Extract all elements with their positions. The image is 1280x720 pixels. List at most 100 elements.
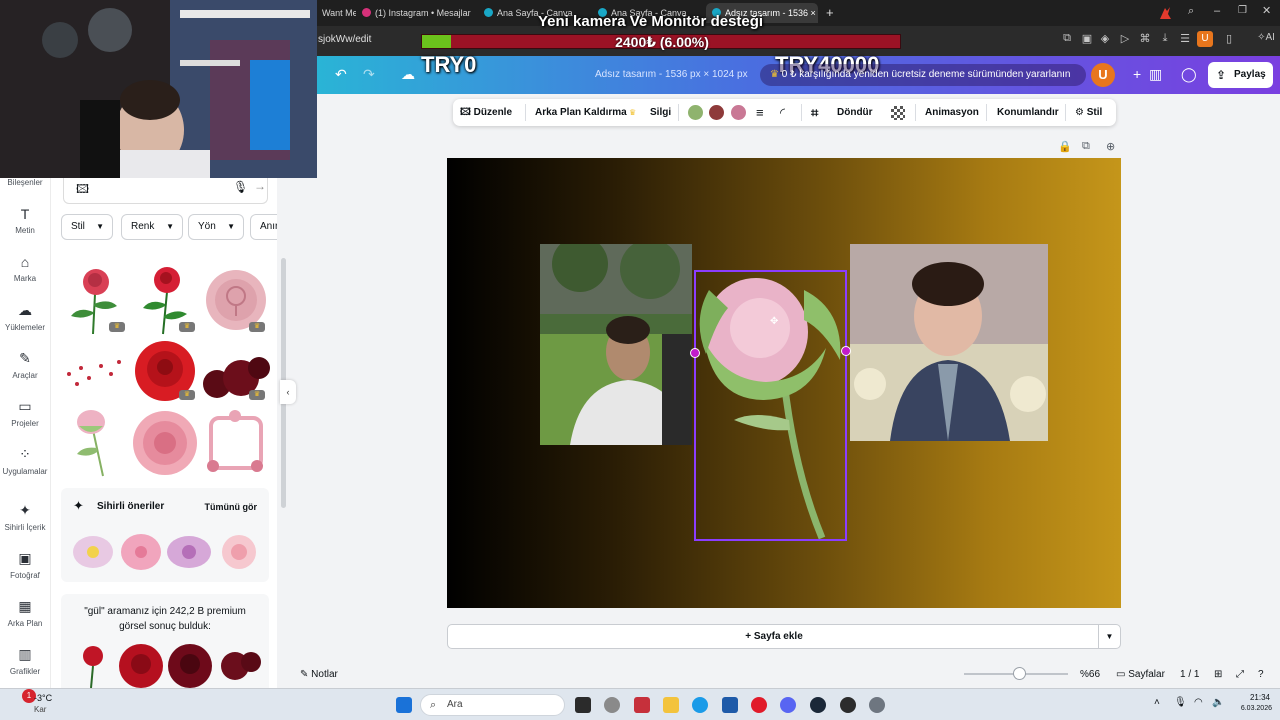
opera-icon[interactable] xyxy=(751,697,767,713)
position-button[interactable]: Konumlandır xyxy=(997,99,1059,126)
result-wax-seal[interactable]: ♛ xyxy=(201,266,271,336)
zoom-slider-handle[interactable] xyxy=(1013,667,1026,680)
download-icon[interactable]: ⤓ xyxy=(1156,32,1174,45)
rail-item-magic[interactable]: ✦ Sihirli İçerik xyxy=(0,502,50,532)
cloud-sync-icon[interactable]: ☁ xyxy=(401,66,415,83)
fullscreen-icon[interactable]: ⤢ xyxy=(1236,669,1244,680)
duplicate-page-icon[interactable]: ⧉ xyxy=(1082,140,1090,153)
close-icon[interactable]: ✕ xyxy=(1262,4,1271,17)
result-rose-bloom[interactable]: ♛ xyxy=(129,338,201,404)
undo-icon[interactable]: ↶ xyxy=(335,66,347,83)
screenshot-icon[interactable]: ▣ xyxy=(1078,32,1096,45)
rail-item-brand[interactable]: ⌂ Marka xyxy=(0,254,50,283)
corner-radius-icon[interactable]: ◜ xyxy=(780,99,785,126)
color-swatch-green[interactable] xyxy=(688,105,703,120)
redo-icon[interactable]: ↷ xyxy=(363,66,375,83)
result-floral-frame[interactable] xyxy=(201,408,271,478)
task-view-icon[interactable] xyxy=(575,697,591,713)
filter-orientation[interactable]: Yön ▼ xyxy=(188,214,244,240)
free-trial-banner[interactable]: ♛ 0 ₺ karşılığında yeniden ücretsiz dene… xyxy=(760,64,1086,86)
microphone-icon[interactable]: 🎙 xyxy=(1174,697,1187,708)
premium-thumbnails[interactable] xyxy=(69,642,265,688)
settings-app-icon[interactable] xyxy=(604,697,620,713)
taskbar-search[interactable]: ⌕ Ara xyxy=(420,694,565,716)
border-style-icon[interactable]: ≡ xyxy=(756,99,764,126)
photo-boy-flowers[interactable] xyxy=(850,244,1048,441)
settings-icon[interactable] xyxy=(869,697,885,713)
result-pink-bud[interactable] xyxy=(59,408,131,478)
lock-icon[interactable]: 🔒 xyxy=(1058,140,1072,153)
eraser-button[interactable]: Silgi xyxy=(650,99,671,126)
result-rose-red[interactable]: ♛ xyxy=(59,264,131,336)
image-search-icon[interactable]: 🖾 xyxy=(76,180,89,201)
plus-icon[interactable]: + xyxy=(1133,66,1141,82)
adobe-icon[interactable] xyxy=(634,697,650,713)
tab-want-me[interactable]: Want Me xyxy=(316,3,356,23)
url-text[interactable]: sjokWw/edit xyxy=(318,34,371,45)
rail-item-uploads[interactable]: ☁ Yüklemeler xyxy=(0,302,50,332)
obs-icon[interactable] xyxy=(840,697,856,713)
filter-more[interactable]: Anır xyxy=(250,214,277,240)
search-input[interactable]: 🖾 🎙 → xyxy=(63,178,268,204)
wifi-icon[interactable]: ◠ xyxy=(1194,697,1203,708)
edit-image-button[interactable]: 🖾 Düzenle xyxy=(460,99,512,126)
profile-icon[interactable]: U xyxy=(1197,31,1213,47)
notes-button[interactable]: ✎ Notlar xyxy=(300,669,338,680)
new-tab-button[interactable]: + xyxy=(826,5,834,20)
rail-item-text[interactable]: T Metin xyxy=(0,206,50,235)
share-button[interactable]: ⇪ Paylaş xyxy=(1208,62,1273,88)
rail-item-apps[interactable]: ⁘ Uygulamalar xyxy=(0,446,50,476)
resize-handle-left[interactable] xyxy=(690,348,700,358)
chevron-down-icon[interactable]: ▼ xyxy=(1098,625,1120,648)
color-swatch-pink[interactable] xyxy=(731,105,746,120)
grid-view-icon[interactable]: ⊞ xyxy=(1214,669,1222,680)
steam-icon[interactable] xyxy=(810,697,826,713)
minimize-icon[interactable]: – xyxy=(1214,5,1220,17)
selection-box[interactable]: ✥ xyxy=(690,270,851,541)
play-icon[interactable]: ▷ xyxy=(1116,32,1134,45)
analytics-icon[interactable]: ▥ xyxy=(1149,66,1162,83)
clock-time[interactable]: 21:34 xyxy=(1230,693,1270,702)
help-icon[interactable]: ? xyxy=(1258,669,1264,680)
result-rose-petals[interactable] xyxy=(59,344,131,404)
result-pink-rose[interactable] xyxy=(129,408,201,478)
speaker-icon[interactable]: 🔈 xyxy=(1212,697,1224,708)
filter-color[interactable]: Renk ▼ xyxy=(121,214,183,240)
sidebar-icon[interactable]: ▯ xyxy=(1220,32,1238,45)
avatar[interactable]: U xyxy=(1091,63,1115,87)
ai-icon[interactable]: ✧AI xyxy=(1254,32,1278,43)
photo-boy-park[interactable] xyxy=(540,244,692,445)
shield-icon[interactable]: ◈ xyxy=(1096,32,1114,45)
result-dark-roses[interactable]: ♛ xyxy=(201,346,271,404)
tab-instagram[interactable]: (1) Instagram • Mesajlar xyxy=(356,3,474,23)
document-title[interactable]: Adsız tasarım - 1536 px × 1024 px xyxy=(595,69,748,80)
extension-icon[interactable]: ⧉ xyxy=(1058,32,1076,45)
add-page-icon[interactable]: ⊕ xyxy=(1106,140,1115,153)
filter-style[interactable]: Stil ▼ xyxy=(61,214,113,240)
rail-item-charts[interactable]: ▥ Grafikler xyxy=(0,646,50,676)
chevron-up-icon[interactable]: ˄ xyxy=(1154,697,1160,708)
menu-icon[interactable]: ☰ xyxy=(1176,32,1194,45)
arrow-right-icon[interactable]: → xyxy=(254,179,266,193)
resize-handle-right[interactable] xyxy=(841,346,851,356)
see-all-link[interactable]: Tümünü gör xyxy=(205,502,258,512)
design-canvas[interactable]: ✥ xyxy=(447,158,1121,608)
suggestion-thumbnails[interactable] xyxy=(69,532,265,572)
move-icon[interactable]: ✥ xyxy=(770,316,778,327)
zoom-level[interactable]: %66 xyxy=(1080,669,1100,680)
bg-remove-button[interactable]: Arka Plan Kaldırma ♛ xyxy=(535,99,636,126)
rail-item-photos[interactable]: ▣ Fotoğraf xyxy=(0,550,50,580)
search-icon[interactable]: ⌕ xyxy=(1188,5,1194,18)
comment-icon[interactable]: ◯ xyxy=(1181,66,1197,83)
discord-icon[interactable] xyxy=(780,697,796,713)
rail-item-background[interactable]: ▦ Arka Plan xyxy=(0,598,50,628)
rail-item-projects[interactable]: ▭ Projeler xyxy=(0,398,50,428)
result-rose-stem[interactable]: ♛ xyxy=(129,264,201,336)
rail-item-tools[interactable]: ✎ Araçlar xyxy=(0,350,50,380)
edge-icon[interactable] xyxy=(692,697,708,713)
brave-icon[interactable] xyxy=(1157,6,1173,20)
zoom-slider[interactable] xyxy=(964,667,1068,680)
clock-date[interactable]: 6.03.2026 xyxy=(1226,705,1272,712)
microphone-icon[interactable]: 🎙 xyxy=(233,180,248,194)
bookmark-icon[interactable]: ⌘ xyxy=(1136,32,1154,45)
